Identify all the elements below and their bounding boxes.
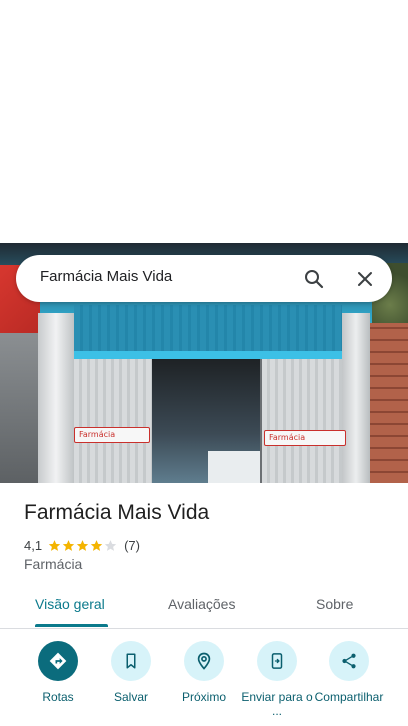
photo-storefront-glass xyxy=(74,305,342,353)
save-label: Salvar xyxy=(113,690,148,704)
photo-door xyxy=(262,359,342,483)
rating-stars xyxy=(48,539,118,552)
tab-indicator xyxy=(35,624,108,627)
place-title: Farmácia Mais Vida xyxy=(24,501,210,524)
rating-value: 4,1 xyxy=(24,537,43,553)
tab-bar: Visão geral Avaliações Sobre xyxy=(0,584,408,629)
save-button[interactable]: Salvar xyxy=(93,640,169,704)
send-to-phone-icon[interactable] xyxy=(257,641,297,681)
rating-row[interactable]: 4,1 (7) xyxy=(24,536,140,554)
photo-brick-wall xyxy=(370,323,408,483)
directions-icon[interactable] xyxy=(38,641,78,681)
tab-reviews[interactable]: Avaliações xyxy=(168,596,235,612)
share-button[interactable]: Compartilhar xyxy=(311,640,387,704)
tab-overview[interactable]: Visão geral xyxy=(35,596,105,612)
nearby-label: Próximo xyxy=(181,690,226,704)
action-row: Rotas Salvar Próximo Enviar para o ... C… xyxy=(0,640,408,726)
star-icon xyxy=(48,539,61,551)
map-blank-area xyxy=(0,0,408,243)
search-query[interactable]: Farmácia Mais Vida xyxy=(40,268,172,285)
share-icon[interactable] xyxy=(329,641,369,681)
send-to-phone-label: Enviar para o ... xyxy=(241,690,313,718)
photo-door xyxy=(74,359,152,483)
photo-sign: Farmácia xyxy=(74,427,150,443)
photo-pillar xyxy=(342,313,370,483)
share-label: Compartilhar xyxy=(314,690,384,704)
search-icon[interactable] xyxy=(302,267,326,291)
bookmark-icon[interactable] xyxy=(111,641,151,681)
directions-button[interactable]: Rotas xyxy=(20,640,96,704)
star-icon xyxy=(90,539,103,551)
close-icon[interactable] xyxy=(353,267,377,291)
star-icon xyxy=(76,539,89,551)
star-empty-icon xyxy=(104,539,117,551)
photo-counter xyxy=(208,451,260,483)
review-count[interactable]: (7) xyxy=(124,538,140,553)
send-to-phone-button[interactable]: Enviar para o ... xyxy=(239,640,315,718)
photo-frame xyxy=(74,351,342,359)
photo-pillar xyxy=(38,313,74,483)
nearby-button[interactable]: Próximo xyxy=(166,640,242,704)
star-icon xyxy=(62,539,75,551)
search-bar[interactable]: Farmácia Mais Vida xyxy=(16,255,392,302)
place-category: Farmácia xyxy=(24,556,83,572)
photo-sign: Farmácia xyxy=(264,430,346,446)
directions-label: Rotas xyxy=(42,690,74,704)
tab-about[interactable]: Sobre xyxy=(316,596,353,612)
nearby-icon[interactable] xyxy=(184,641,224,681)
